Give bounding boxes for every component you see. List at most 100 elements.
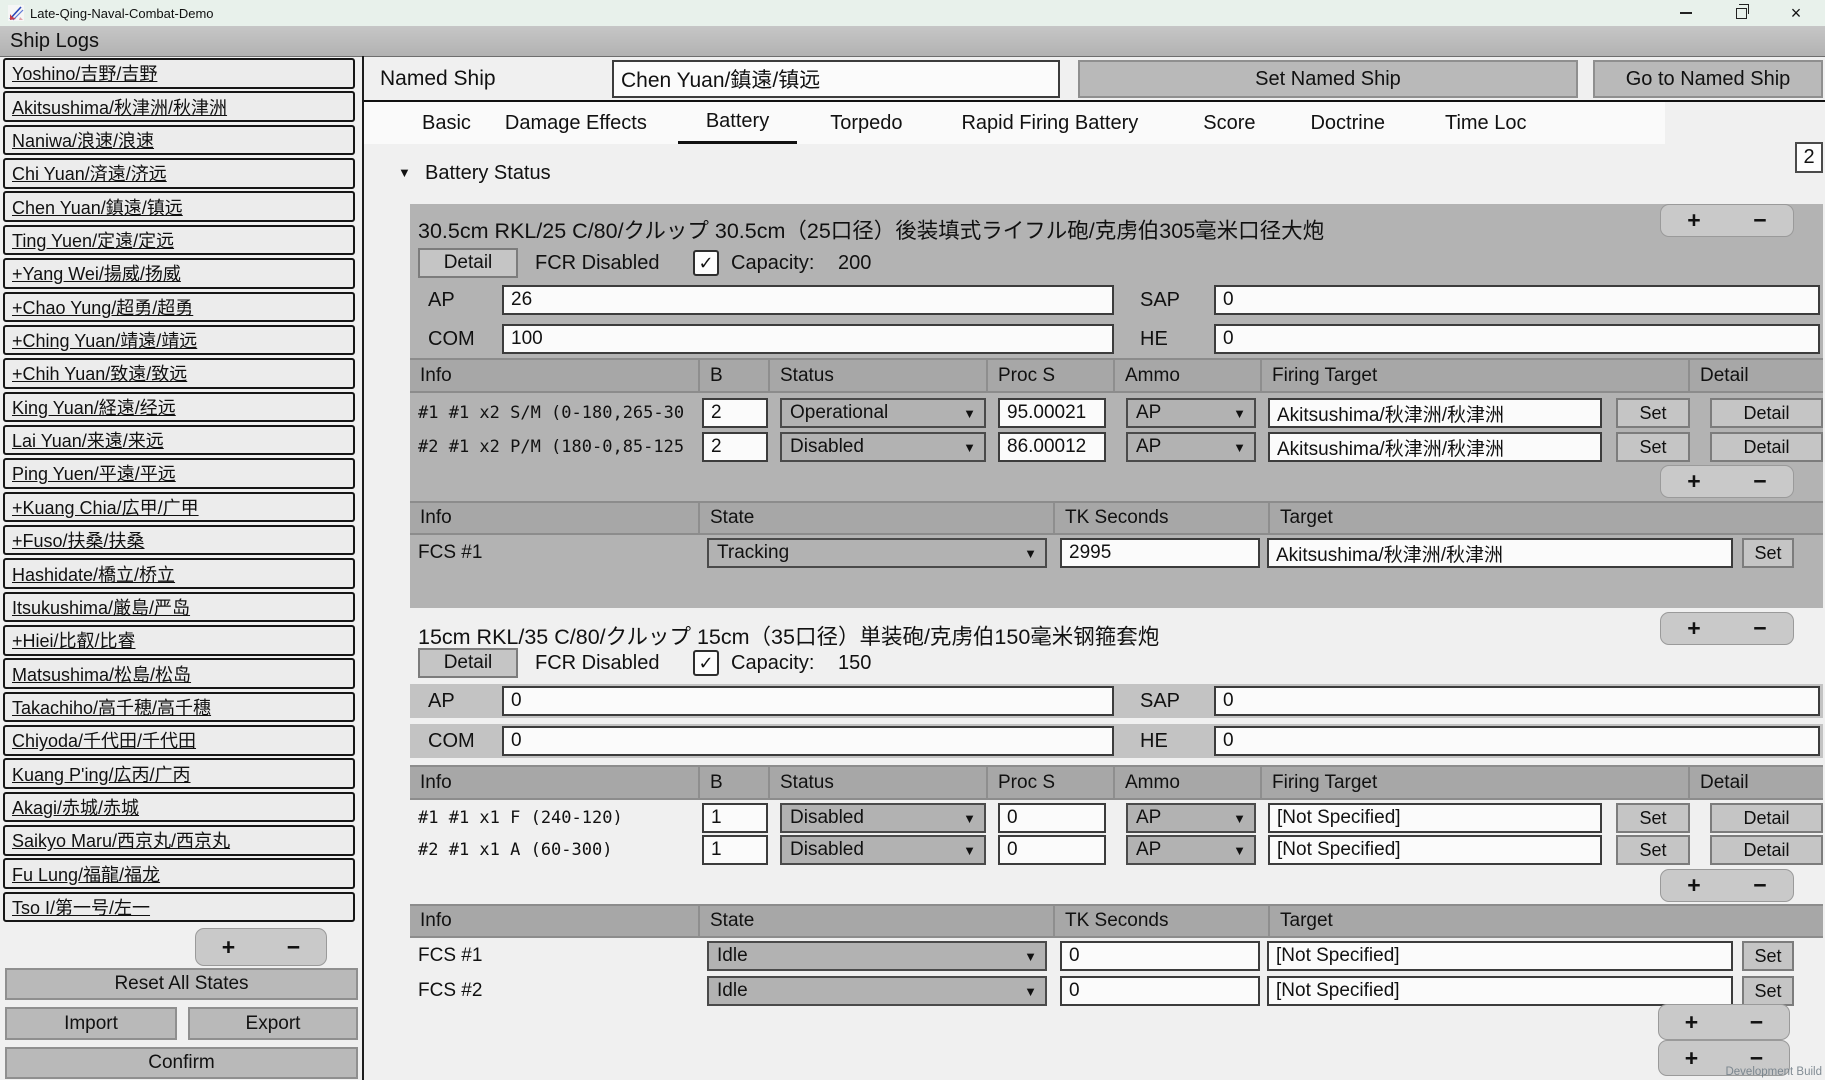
confirm-button[interactable]: Confirm: [5, 1047, 358, 1079]
tab-battery[interactable]: Battery: [678, 102, 797, 144]
fcs-target-input[interactable]: Akitsushima/秋津洲/秋津洲: [1267, 538, 1733, 568]
fcs-extra-add-button[interactable]: +: [1659, 1041, 1724, 1075]
set-target-button[interactable]: Set: [1616, 432, 1690, 462]
mount-remove-button[interactable]: −: [1727, 466, 1793, 497]
fcs-state-dropdown[interactable]: Idle▼: [707, 976, 1047, 1006]
gun-detail-button[interactable]: Detail: [1710, 432, 1823, 462]
tab-time-loc[interactable]: Time Loc: [1445, 102, 1527, 144]
ship-item[interactable]: Yoshino/吉野/吉野: [3, 58, 355, 89]
he-input[interactable]: 0: [1214, 726, 1820, 756]
ship-item[interactable]: +Yang Wei/揚威/扬威: [3, 258, 355, 289]
ship-item[interactable]: Itsukushima/厳島/严岛: [3, 592, 355, 623]
ship-item[interactable]: Naniwa/浪速/浪速: [3, 125, 355, 156]
named-ship-input[interactable]: Chen Yuan/鎮遠/镇远: [612, 60, 1060, 98]
ship-list-add-button[interactable]: +: [196, 929, 261, 965]
proc-s-input[interactable]: 95.00021: [998, 398, 1106, 428]
ship-item[interactable]: Hashidate/橋立/桥立: [3, 558, 355, 589]
fcs-set-button[interactable]: Set: [1742, 941, 1794, 971]
gun-detail-button[interactable]: Detail: [1710, 398, 1823, 428]
proc-s-input[interactable]: 0: [998, 835, 1106, 865]
proc-s-input[interactable]: 0: [998, 803, 1106, 833]
status-dropdown[interactable]: Disabled▼: [780, 803, 986, 833]
ship-item[interactable]: Ting Yuen/定遠/定远: [3, 225, 355, 256]
ship-item[interactable]: Chi Yuan/済遠/济远: [3, 158, 355, 189]
fcs-target-input[interactable]: [Not Specified]: [1267, 976, 1733, 1006]
ship-item[interactable]: Fu Lung/福龍/福龙: [3, 858, 355, 889]
barrels-input[interactable]: 1: [702, 835, 768, 865]
ship-item[interactable]: Matsushima/松島/松岛: [3, 658, 355, 689]
fcs-add-button[interactable]: +: [1661, 205, 1727, 236]
ship-item[interactable]: +Hiei/比叡/比睿: [3, 625, 355, 656]
ship-item[interactable]: Lai Yuan/来遠/来远: [3, 425, 355, 456]
fcs-remove-button[interactable]: −: [1727, 613, 1793, 644]
set-target-button[interactable]: Set: [1616, 835, 1690, 865]
ship-item[interactable]: Chen Yuan/鎮遠/镇远: [3, 191, 355, 222]
barrels-input[interactable]: 2: [702, 432, 768, 462]
battery-detail-button[interactable]: Detail: [418, 648, 518, 678]
import-button[interactable]: Import: [5, 1007, 177, 1040]
go-to-named-ship-button[interactable]: Go to Named Ship: [1593, 60, 1823, 98]
ammo-dropdown[interactable]: AP▼: [1126, 803, 1256, 833]
fcs-target-input[interactable]: [Not Specified]: [1267, 941, 1733, 971]
collapse-icon[interactable]: ▼: [398, 165, 411, 180]
ship-list-remove-button[interactable]: −: [261, 929, 326, 965]
reset-all-states-button[interactable]: Reset All States: [5, 968, 358, 1000]
ship-item[interactable]: Chiyoda/千代田/千代田: [3, 725, 355, 756]
fcs-set-button[interactable]: Set: [1742, 538, 1794, 568]
close-button[interactable]: ×: [1779, 0, 1813, 26]
ship-item[interactable]: Saikyo Maru/西京丸/西京丸: [3, 825, 355, 856]
tab-doctrine[interactable]: Doctrine: [1310, 102, 1384, 144]
ammo-dropdown[interactable]: AP▼: [1126, 835, 1256, 865]
ammo-dropdown[interactable]: AP▼: [1126, 432, 1256, 462]
tab-rapid-firing-battery[interactable]: Rapid Firing Battery: [961, 102, 1138, 144]
mount-extra-add-button[interactable]: +: [1659, 1005, 1724, 1039]
fcr-checkbox[interactable]: ✓: [693, 650, 719, 676]
fcs-state-dropdown[interactable]: Idle▼: [707, 941, 1047, 971]
ship-item[interactable]: Tso I/第一号/左一: [3, 892, 355, 923]
status-dropdown[interactable]: Operational▼: [780, 398, 986, 428]
ap-input[interactable]: 0: [502, 686, 1114, 716]
ship-item[interactable]: +Fuso/扶桑/扶桑: [3, 525, 355, 556]
tab-damage-effects[interactable]: Damage Effects: [505, 102, 647, 144]
status-dropdown[interactable]: Disabled▼: [780, 432, 986, 462]
minimize-button[interactable]: [1669, 0, 1703, 26]
gun-detail-button[interactable]: Detail: [1710, 835, 1823, 865]
ship-item[interactable]: Akitsushima/秋津洲/秋津洲: [3, 91, 355, 122]
tab-torpedo[interactable]: Torpedo: [830, 102, 902, 144]
barrels-input[interactable]: 1: [702, 803, 768, 833]
ship-item[interactable]: Akagi/赤城/赤城: [3, 792, 355, 823]
ship-item[interactable]: King Yuan/経遠/经远: [3, 392, 355, 423]
ship-item[interactable]: +Chao Yung/超勇/超勇: [3, 292, 355, 323]
tk-seconds-input[interactable]: 0: [1060, 941, 1260, 971]
gun-detail-button[interactable]: Detail: [1710, 803, 1823, 833]
com-input[interactable]: 100: [502, 324, 1114, 354]
proc-s-input[interactable]: 86.00012: [998, 432, 1106, 462]
ammo-dropdown[interactable]: AP▼: [1126, 398, 1256, 428]
status-dropdown[interactable]: Disabled▼: [780, 835, 986, 865]
tab-score[interactable]: Score: [1203, 102, 1255, 144]
export-button[interactable]: Export: [188, 1007, 358, 1040]
fcs-remove-button[interactable]: −: [1727, 205, 1793, 236]
ship-item[interactable]: Ping Yuen/平遠/平远: [3, 458, 355, 489]
firing-target-input[interactable]: [Not Specified]: [1268, 835, 1602, 865]
mount-remove-button[interactable]: −: [1727, 870, 1793, 901]
mount-add-button[interactable]: +: [1661, 870, 1727, 901]
set-target-button[interactable]: Set: [1616, 803, 1690, 833]
fcs-state-dropdown[interactable]: Tracking▼: [707, 538, 1047, 568]
battery-detail-button[interactable]: Detail: [418, 248, 518, 278]
sap-input[interactable]: 0: [1214, 285, 1820, 315]
ship-item[interactable]: +Ching Yuan/靖遠/靖远: [3, 325, 355, 356]
fcs-set-button[interactable]: Set: [1742, 976, 1794, 1006]
fcs-add-button[interactable]: +: [1661, 613, 1727, 644]
tk-seconds-input[interactable]: 0: [1060, 976, 1260, 1006]
tk-seconds-input[interactable]: 2995: [1060, 538, 1260, 568]
firing-target-input[interactable]: Akitsushima/秋津洲/秋津洲: [1268, 398, 1602, 428]
set-target-button[interactable]: Set: [1616, 398, 1690, 428]
ship-item[interactable]: Kuang P'ing/広丙/广丙: [3, 758, 355, 789]
firing-target-input[interactable]: [Not Specified]: [1268, 803, 1602, 833]
barrels-input[interactable]: 2: [702, 398, 768, 428]
restore-button[interactable]: [1724, 0, 1758, 26]
fcr-checkbox[interactable]: ✓: [693, 250, 719, 276]
tab-basic[interactable]: Basic: [422, 102, 471, 144]
ship-item[interactable]: +Kuang Chia/広甲/广甲: [3, 492, 355, 523]
